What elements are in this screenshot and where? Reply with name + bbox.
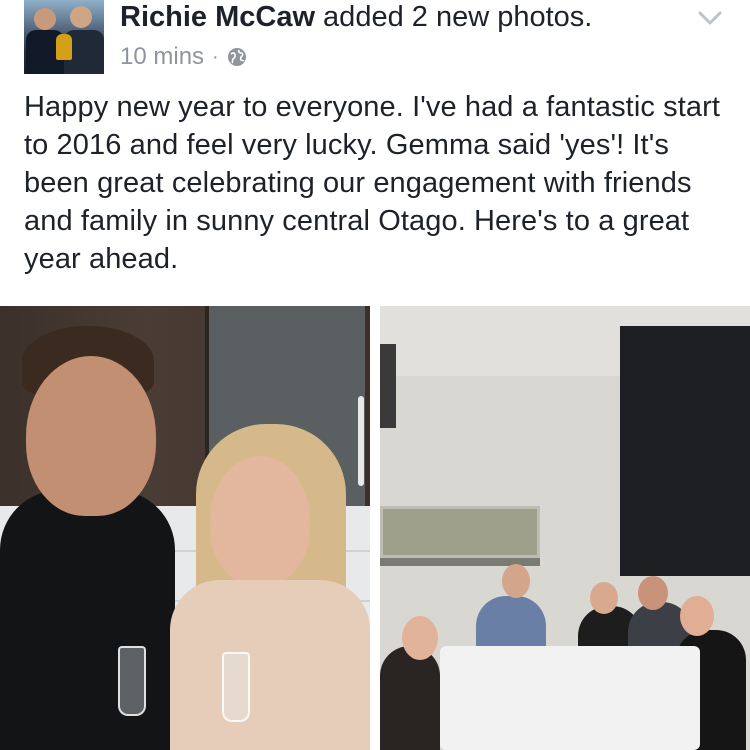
post-timestamp[interactable]: 10 mins	[120, 42, 204, 72]
meta-separator: ·	[212, 46, 219, 68]
dinner-table-photo[interactable]	[380, 306, 750, 750]
author-name[interactable]: Richie McCaw	[120, 1, 315, 33]
author-avatar[interactable]	[24, 0, 104, 74]
photo-grid	[0, 306, 750, 750]
couple-photo[interactable]	[0, 306, 370, 750]
post-header: Richie McCaw added 2 new photos. 10 mins…	[0, 0, 750, 80]
chevron-down-icon[interactable]	[696, 6, 724, 30]
globe-icon[interactable]	[227, 47, 247, 67]
post-action: added 2 new photos.	[315, 1, 593, 33]
post-text: Happy new year to everyone. I've had a f…	[24, 91, 721, 275]
author-line: Richie McCaw added 2 new photos.	[120, 0, 592, 34]
post-meta: 10 mins ·	[120, 42, 247, 72]
